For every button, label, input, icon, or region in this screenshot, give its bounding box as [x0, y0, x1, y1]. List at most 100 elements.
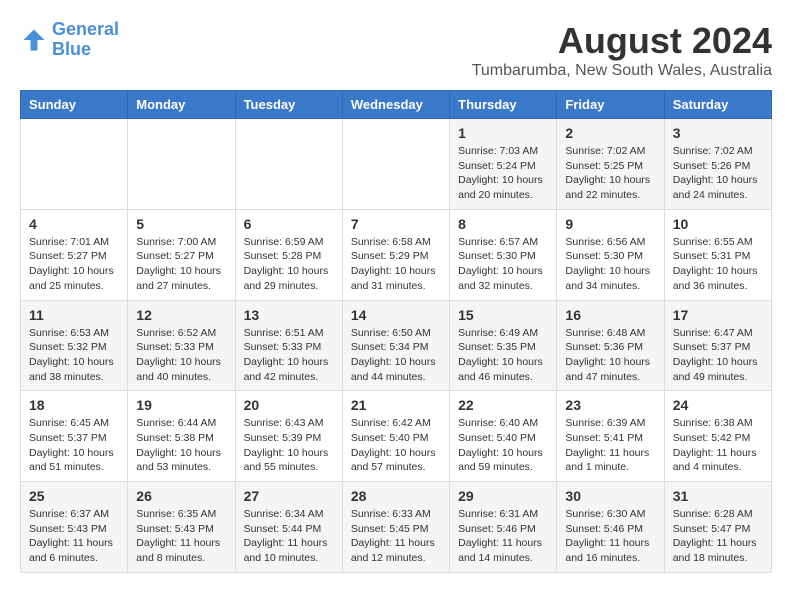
calendar-cell: 15 Sunrise: 6:49 AM Sunset: 5:35 PM Dayli…	[450, 300, 557, 391]
day-number: 19	[136, 397, 226, 413]
day-info: Sunrise: 6:43 AM Sunset: 5:39 PM Dayligh…	[244, 416, 334, 475]
day-number: 14	[351, 307, 441, 323]
calendar-cell: 13Sunrise: 6:51 AM Sunset: 5:33 PM Dayli…	[235, 300, 342, 391]
weekday-header-row: SundayMondayTuesdayWednesdayThursdayFrid…	[21, 91, 772, 119]
logo-line2: Blue	[52, 39, 91, 59]
day-number: 23	[565, 397, 655, 413]
day-number: 27	[244, 488, 334, 504]
calendar-cell	[21, 119, 128, 210]
day-info: Sunrise: 6:28 AM Sunset: 5:47 PM Dayligh…	[673, 507, 763, 566]
calendar-cell: 23Sunrise: 6:39 AM Sunset: 5:41 PM Dayli…	[557, 391, 664, 482]
calendar-cell: 26Sunrise: 6:35 AM Sunset: 5:43 PM Dayli…	[128, 482, 235, 573]
day-info: Sunrise: 6:44 AM Sunset: 5:38 PM Dayligh…	[136, 416, 226, 475]
calendar-cell	[235, 119, 342, 210]
day-number: 24	[673, 397, 763, 413]
subtitle: Tumbarumba, New South Wales, Australia	[472, 62, 772, 80]
day-info: Sunrise: 6:52 AM Sunset: 5:33 PM Dayligh…	[136, 326, 226, 385]
calendar-cell: 29 Sunrise: 6:31 AM Sunset: 5:46 PM Dayli…	[450, 482, 557, 573]
day-info: Sunrise: 6:35 AM Sunset: 5:43 PM Dayligh…	[136, 507, 226, 566]
day-info: Sunrise: 6:40 AM Sunset: 5:40 PM Dayligh…	[458, 416, 548, 475]
page-header: General Blue August 2024 Tumbarumba, New…	[20, 20, 772, 80]
day-info: Sunrise: 6:51 AM Sunset: 5:33 PM Dayligh…	[244, 326, 334, 385]
day-info: Sunrise: 6:30 AM Sunset: 5:46 PM Dayligh…	[565, 507, 655, 566]
day-number: 7	[351, 216, 441, 232]
day-info: Sunrise: 6:56 AM Sunset: 5:30 PM Dayligh…	[565, 235, 655, 294]
day-info: Sunrise: 7:02 AM Sunset: 5:25 PM Dayligh…	[565, 144, 655, 203]
week-row-1: 1 Sunrise: 7:03 AM Sunset: 5:24 PM Daylig…	[21, 119, 772, 210]
day-number: 8	[458, 216, 548, 232]
day-number: 15	[458, 307, 548, 323]
day-number: 22	[458, 397, 548, 413]
day-number: 30	[565, 488, 655, 504]
day-info: Sunrise: 6:59 AM Sunset: 5:28 PM Dayligh…	[244, 235, 334, 294]
weekday-header-tuesday: Tuesday	[235, 91, 342, 119]
calendar-cell: 22 Sunrise: 6:40 AM Sunset: 5:40 PM Dayli…	[450, 391, 557, 482]
title-section: August 2024 Tumbarumba, New South Wales,…	[472, 20, 772, 80]
day-info: Sunrise: 6:37 AM Sunset: 5:43 PM Dayligh…	[29, 507, 119, 566]
weekday-header-monday: Monday	[128, 91, 235, 119]
day-info: Sunrise: 7:02 AM Sunset: 5:26 PM Dayligh…	[673, 144, 763, 203]
day-number: 18	[29, 397, 119, 413]
calendar-cell: 6Sunrise: 6:59 AM Sunset: 5:28 PM Daylig…	[235, 209, 342, 300]
calendar-cell: 4Sunrise: 7:01 AM Sunset: 5:27 PM Daylig…	[21, 209, 128, 300]
calendar-cell: 21 Sunrise: 6:42 AM Sunset: 5:40 PM Dayli…	[342, 391, 449, 482]
week-row-4: 18 Sunrise: 6:45 AM Sunset: 5:37 PM Dayli…	[21, 391, 772, 482]
day-number: 17	[673, 307, 763, 323]
weekday-header-friday: Friday	[557, 91, 664, 119]
day-number: 29	[458, 488, 548, 504]
day-number: 12	[136, 307, 226, 323]
day-info: Sunrise: 6:55 AM Sunset: 5:31 PM Dayligh…	[673, 235, 763, 294]
calendar-cell: 5Sunrise: 7:00 AM Sunset: 5:27 PM Daylig…	[128, 209, 235, 300]
day-number: 1	[458, 125, 548, 141]
day-number: 11	[29, 307, 119, 323]
main-title: August 2024	[472, 20, 772, 62]
logo-line1: General	[52, 19, 119, 39]
calendar-cell: 16 Sunrise: 6:48 AM Sunset: 5:36 PM Dayli…	[557, 300, 664, 391]
calendar-cell: 31 Sunrise: 6:28 AM Sunset: 5:47 PM Dayli…	[664, 482, 771, 573]
day-info: Sunrise: 6:42 AM Sunset: 5:40 PM Dayligh…	[351, 416, 441, 475]
week-row-5: 25 Sunrise: 6:37 AM Sunset: 5:43 PM Dayli…	[21, 482, 772, 573]
calendar-cell: 30 Sunrise: 6:30 AM Sunset: 5:46 PM Dayli…	[557, 482, 664, 573]
day-info: Sunrise: 6:38 AM Sunset: 5:42 PM Dayligh…	[673, 416, 763, 475]
calendar-cell: 28 Sunrise: 6:33 AM Sunset: 5:45 PM Dayli…	[342, 482, 449, 573]
weekday-header-sunday: Sunday	[21, 91, 128, 119]
day-info: Sunrise: 6:34 AM Sunset: 5:44 PM Dayligh…	[244, 507, 334, 566]
calendar-cell: 27 Sunrise: 6:34 AM Sunset: 5:44 PM Dayli…	[235, 482, 342, 573]
calendar-cell: 14Sunrise: 6:50 AM Sunset: 5:34 PM Dayli…	[342, 300, 449, 391]
day-info: Sunrise: 6:53 AM Sunset: 5:32 PM Dayligh…	[29, 326, 119, 385]
day-number: 16	[565, 307, 655, 323]
day-info: Sunrise: 6:33 AM Sunset: 5:45 PM Dayligh…	[351, 507, 441, 566]
day-number: 31	[673, 488, 763, 504]
day-number: 2	[565, 125, 655, 141]
day-number: 9	[565, 216, 655, 232]
calendar-cell: 12 Sunrise: 6:52 AM Sunset: 5:33 PM Dayli…	[128, 300, 235, 391]
calendar-header: SundayMondayTuesdayWednesdayThursdayFrid…	[21, 91, 772, 119]
week-row-3: 11 Sunrise: 6:53 AM Sunset: 5:32 PM Dayli…	[21, 300, 772, 391]
day-number: 25	[29, 488, 119, 504]
day-info: Sunrise: 6:45 AM Sunset: 5:37 PM Dayligh…	[29, 416, 119, 475]
calendar-cell: 2 Sunrise: 7:02 AM Sunset: 5:25 PM Daylig…	[557, 119, 664, 210]
day-number: 20	[244, 397, 334, 413]
day-info: Sunrise: 6:58 AM Sunset: 5:29 PM Dayligh…	[351, 235, 441, 294]
calendar-cell: 19 Sunrise: 6:44 AM Sunset: 5:38 PM Dayli…	[128, 391, 235, 482]
calendar-cell	[342, 119, 449, 210]
calendar-cell	[128, 119, 235, 210]
day-info: Sunrise: 6:49 AM Sunset: 5:35 PM Dayligh…	[458, 326, 548, 385]
logo-text: General Blue	[52, 20, 119, 60]
day-info: Sunrise: 6:31 AM Sunset: 5:46 PM Dayligh…	[458, 507, 548, 566]
calendar-table: SundayMondayTuesdayWednesdayThursdayFrid…	[20, 90, 772, 573]
calendar-cell: 1 Sunrise: 7:03 AM Sunset: 5:24 PM Daylig…	[450, 119, 557, 210]
day-number: 10	[673, 216, 763, 232]
day-info: Sunrise: 7:03 AM Sunset: 5:24 PM Dayligh…	[458, 144, 548, 203]
day-number: 28	[351, 488, 441, 504]
calendar-cell: 20 Sunrise: 6:43 AM Sunset: 5:39 PM Dayli…	[235, 391, 342, 482]
day-number: 21	[351, 397, 441, 413]
day-info: Sunrise: 7:00 AM Sunset: 5:27 PM Dayligh…	[136, 235, 226, 294]
day-number: 3	[673, 125, 763, 141]
day-info: Sunrise: 6:48 AM Sunset: 5:36 PM Dayligh…	[565, 326, 655, 385]
week-row-2: 4Sunrise: 7:01 AM Sunset: 5:27 PM Daylig…	[21, 209, 772, 300]
calendar-cell: 9 Sunrise: 6:56 AM Sunset: 5:30 PM Daylig…	[557, 209, 664, 300]
calendar-cell: 8Sunrise: 6:57 AM Sunset: 5:30 PM Daylig…	[450, 209, 557, 300]
logo-icon	[20, 26, 48, 54]
calendar-cell: 11 Sunrise: 6:53 AM Sunset: 5:32 PM Dayli…	[21, 300, 128, 391]
